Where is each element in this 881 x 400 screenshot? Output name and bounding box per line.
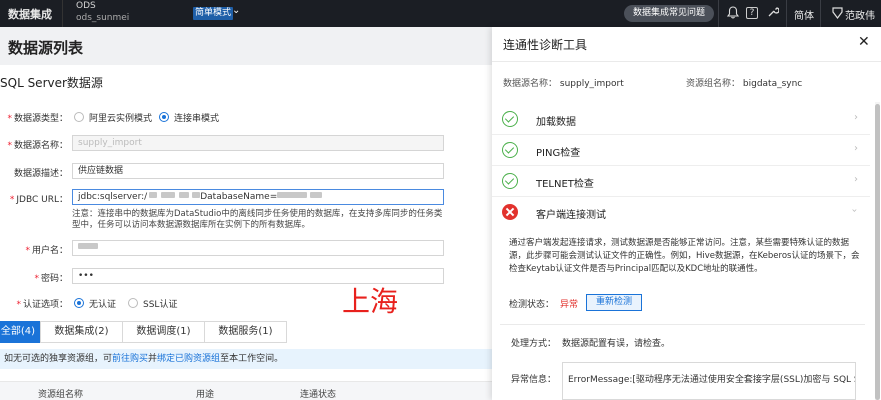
chevron-right-icon[interactable]: › [854, 143, 858, 154]
divider [492, 61, 881, 62]
workspace-id[interactable]: ods_sunmei [76, 13, 129, 23]
column-header: 资源组名称 [38, 390, 84, 400]
bind-group-link[interactable]: 绑定已购资源组 [157, 354, 220, 364]
jdbc-prefix: jdbc:sqlserver:/ [78, 192, 148, 202]
method-label: 处理方式： [511, 339, 557, 349]
check-name: TELNET检查 [536, 179, 594, 190]
redacted-text [277, 192, 308, 198]
datasource-name-meta: 数据源名称： supply_import [503, 79, 624, 89]
field-label: 数据源描述： [13, 169, 68, 179]
chevron-right-icon[interactable]: › [854, 174, 858, 185]
check-name: PING检查 [536, 148, 581, 159]
check-load-data[interactable]: 加载数据 › [492, 104, 870, 135]
datasource-list-page: 数据源列表 SQL Server数据源 * 数据源类型： 阿里云实例模式 连接串模… [0, 27, 492, 400]
faq-button[interactable]: 数据集成常见问题 [624, 5, 714, 22]
username-input[interactable] [72, 240, 444, 256]
jdbc-url-input[interactable]: jdbc:sqlserver:/ DatabaseName= [72, 189, 444, 205]
tip-text: 并 [148, 354, 158, 364]
success-icon [502, 142, 518, 158]
buy-link[interactable]: 前往购买 [112, 354, 148, 364]
exception-label: 异常信息： [511, 375, 557, 385]
help-icon[interactable]: ? [746, 7, 758, 19]
redacted-text [161, 192, 176, 198]
field-label: * 认证选项： [16, 300, 68, 310]
field-label: * 数据源名称： [7, 141, 68, 151]
radio-icon[interactable] [159, 112, 169, 122]
column-header: 用途 [196, 390, 215, 400]
status-value: 异常 [560, 300, 579, 310]
form-title: SQL Server数据源 [0, 76, 103, 90]
radio-ssl-auth[interactable]: SSL认证 [128, 297, 177, 310]
divider [786, 0, 787, 27]
column-header: 连通状态 [300, 390, 337, 400]
field-label: * 密码： [34, 274, 68, 284]
radio-no-auth[interactable]: 无认证 [74, 297, 116, 310]
jdbc-note: 注意：连接串中的数据库为DataStudio中的离线同步任务使用的数据库，在支持… [72, 209, 443, 230]
radio-icon[interactable] [128, 298, 138, 308]
datasource-desc-input[interactable]: 供应链数据 [72, 163, 444, 179]
tip-text: 至本工作空间。 [220, 354, 284, 364]
tab-data-scheduling[interactable]: 数据调度(1) [122, 321, 205, 343]
radio-connection-string[interactable]: 连接串模式 [159, 111, 219, 124]
field-label: * 数据源类型： [7, 114, 68, 124]
scrollbar-thumb[interactable] [875, 104, 880, 400]
tab-data-integration[interactable]: 数据集成(2) [40, 321, 123, 343]
workspace-name[interactable]: ODS [76, 1, 96, 11]
top-navigation-bar: 数据集成 ODS ods_sunmei 简单模式 ⌄ 数据集成常见问题 ? 简体… [0, 0, 881, 27]
check-client-connection[interactable]: 客户端连接测试 › [492, 197, 870, 228]
page-header: 数据源列表 [0, 27, 492, 65]
divider [62, 0, 63, 27]
mode-selector[interactable]: 简单模式 [193, 7, 234, 20]
wrench-icon[interactable] [766, 6, 780, 20]
divider [820, 0, 821, 27]
check-name: 客户端连接测试 [536, 210, 606, 221]
redacted-text [179, 192, 190, 198]
check-telnet[interactable]: TELNET检查 › [492, 166, 870, 197]
user-name[interactable]: 范政伟 [845, 7, 875, 22]
check-description: 通过客户端发起连接请求，测试数据源是否能够正常访问。注意，某些需要特殊认证的数据… [509, 238, 860, 274]
status-label: 检测状态： [509, 300, 555, 310]
field-label: * JDBC URL： [9, 195, 68, 205]
divider [718, 0, 719, 27]
overlay-annotation: 上海 [342, 285, 399, 318]
success-icon [502, 111, 518, 127]
check-ping[interactable]: PING检查 › [492, 135, 870, 166]
tab-data-service[interactable]: 数据服务(1) [204, 321, 287, 343]
datasource-name-input[interactable]: supply_import [72, 135, 444, 151]
chevron-down-icon[interactable]: › [849, 209, 860, 213]
radio-instance-mode[interactable]: 阿里云实例模式 [74, 111, 152, 124]
divider [500, 324, 865, 325]
resource-group-meta: 资源组名称： bigdata_sync [686, 79, 803, 89]
shield-icon [830, 7, 844, 21]
language-switcher[interactable]: 简体 [794, 7, 814, 22]
table-header: 资源组名称 用途 连通状态 [0, 381, 492, 400]
connectivity-diagnostic-panel: 连通性诊断工具 ✕ 数据源名称： supply_import 资源组名称： bi… [492, 27, 881, 400]
redacted-text [310, 192, 323, 198]
radio-icon[interactable] [74, 298, 84, 308]
success-icon [502, 173, 518, 189]
redacted-text [149, 192, 158, 198]
chevron-down-icon[interactable]: ⌄ [232, 5, 240, 16]
redacted-text [78, 243, 98, 249]
recheck-button[interactable]: 重新检测 [586, 294, 642, 311]
jdbc-db-part: DatabaseName= [200, 192, 278, 202]
exception-message-box[interactable]: ErrorMessage:[驱动程序无法通过使用安全套接字层(SSL)加密与 S… [562, 362, 856, 400]
close-icon[interactable]: ✕ [858, 34, 870, 50]
tab-all[interactable]: 全部(4) [0, 321, 40, 343]
panel-title: 连通性诊断工具 [503, 38, 588, 52]
bell-icon[interactable] [726, 6, 740, 20]
check-name: 加载数据 [536, 117, 576, 128]
purchase-tip: 如无可选的独享资源组，可前往购买并绑定已购资源组至本工作空间。 [0, 349, 492, 369]
field-label: * 用户名： [25, 246, 68, 256]
chevron-right-icon[interactable]: › [854, 112, 858, 123]
app-brand[interactable]: 数据集成 [8, 6, 52, 22]
radio-icon[interactable] [74, 112, 84, 122]
page-title: 数据源列表 [8, 39, 84, 57]
error-icon [502, 204, 518, 220]
method-value: 数据源配置有误，请检查。 [562, 339, 671, 349]
tip-text: 如无可选的独享资源组，可 [4, 354, 113, 364]
